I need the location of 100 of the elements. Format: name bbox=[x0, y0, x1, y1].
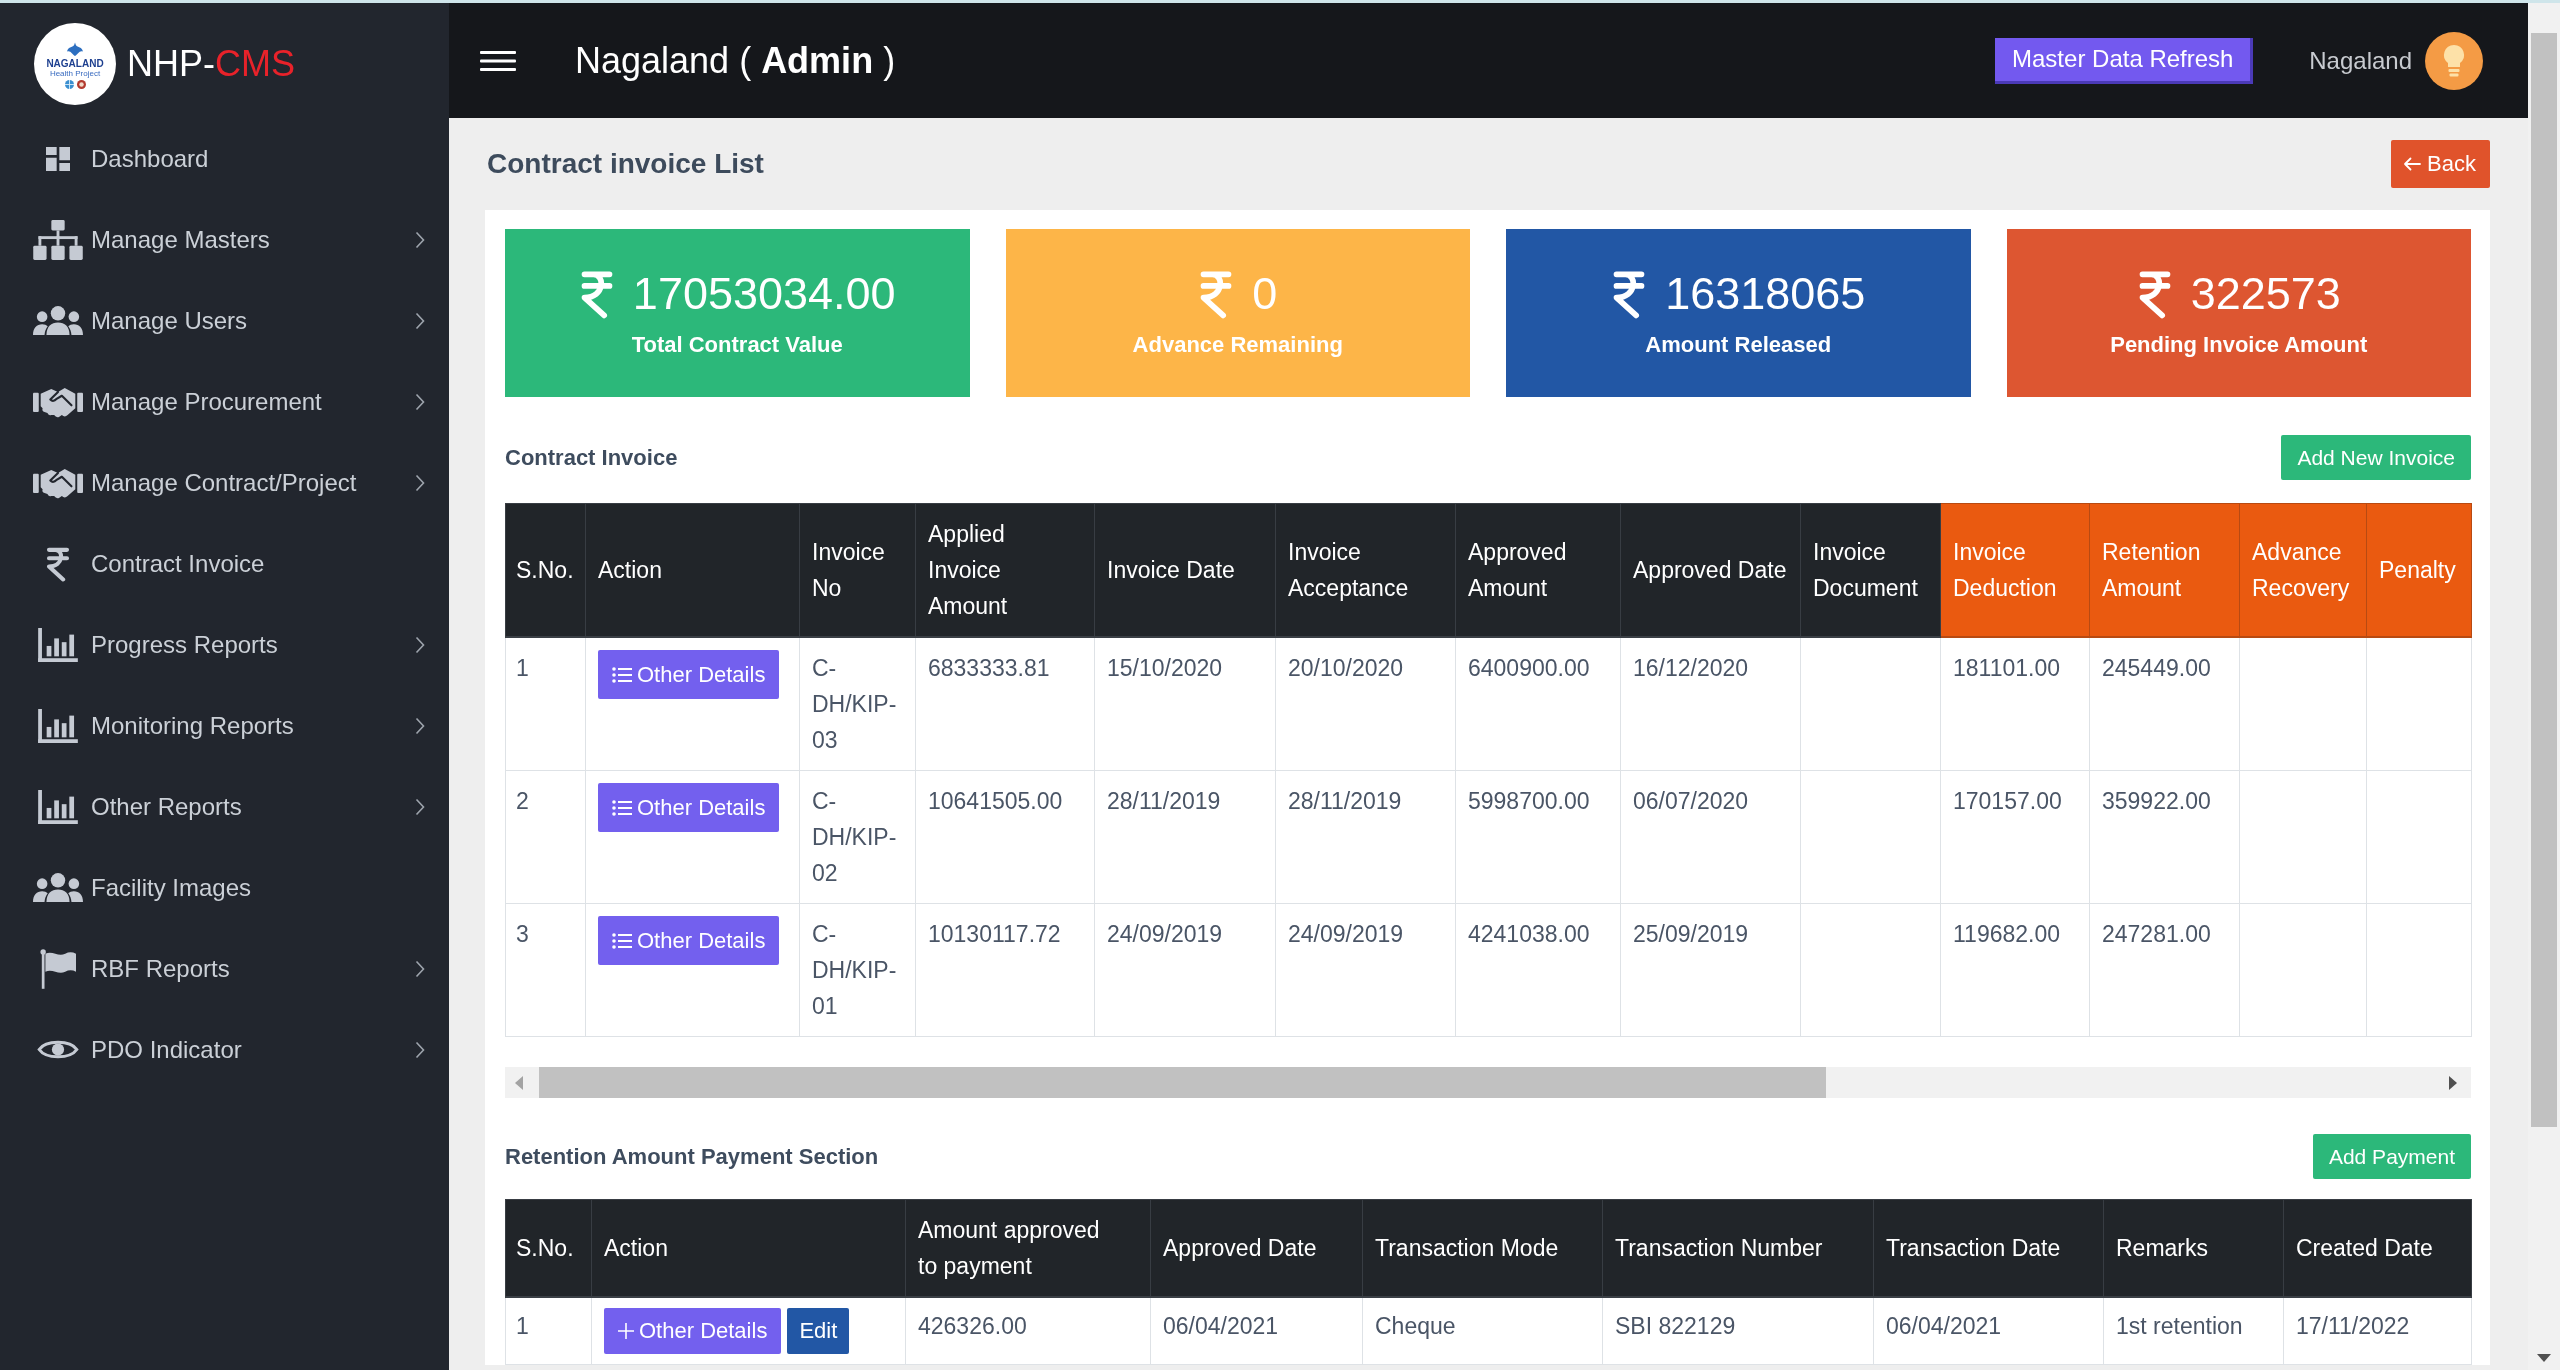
column-header: Action bbox=[591, 1199, 906, 1297]
table-cell: 28/11/2019 bbox=[1094, 770, 1276, 904]
rupee-icon bbox=[45, 545, 71, 582]
scroll-down-arrow-icon[interactable] bbox=[2537, 1354, 2551, 1362]
scroll-left-arrow-icon[interactable] bbox=[515, 1075, 523, 1090]
user-name[interactable]: Nagaland bbox=[2309, 46, 2412, 75]
users-icon bbox=[33, 873, 83, 902]
sidebar-item[interactable]: Monitoring Reports bbox=[0, 685, 449, 766]
column-header: Transaction Date bbox=[1873, 1199, 2104, 1297]
table-cell: 359922.00 bbox=[2089, 770, 2240, 904]
table-cell: 25/09/2019 bbox=[1620, 903, 1801, 1037]
summary-label: Pending Invoice Amount bbox=[2110, 332, 2368, 358]
details-button[interactable]: Other Details bbox=[598, 916, 780, 965]
sidebar-item[interactable]: Dashboard bbox=[0, 118, 449, 199]
summary-label: Advance Remaining bbox=[1132, 332, 1343, 358]
chevron-right-icon bbox=[415, 797, 425, 816]
summary-amount: 322573 bbox=[2190, 268, 2341, 320]
table-cell: 5998700.00 bbox=[1455, 770, 1621, 904]
table-cell: 6400900.00 bbox=[1455, 637, 1621, 771]
table-scrollbar[interactable] bbox=[505, 1067, 2471, 1098]
scroll-right-arrow-icon[interactable] bbox=[2449, 1075, 2457, 1090]
back-button[interactable]: Back bbox=[2391, 140, 2490, 188]
section-title: Retention Amount Payment Section bbox=[505, 1143, 879, 1170]
table-cell: 247281.00 bbox=[2089, 903, 2240, 1037]
sidebar-item[interactable]: PDO Indicator bbox=[0, 1009, 449, 1090]
column-header: Approved Date bbox=[1620, 503, 1801, 637]
handshake-icon bbox=[33, 385, 83, 418]
scrollbar-thumb[interactable] bbox=[2531, 33, 2557, 1127]
list-icon bbox=[612, 799, 632, 816]
arrow-left-icon bbox=[2403, 157, 2422, 171]
column-header: Approved Amount bbox=[1455, 503, 1621, 637]
details-button[interactable]: Other Details bbox=[598, 783, 780, 832]
flag-icon bbox=[40, 948, 76, 989]
sidebar-item[interactable]: Manage Procurement bbox=[0, 361, 449, 442]
table-cell: C-DH/KIP-01 bbox=[799, 903, 916, 1037]
table-cell: 24/09/2019 bbox=[1275, 903, 1456, 1037]
table-cell: 2 bbox=[505, 770, 586, 904]
table-cell: 181101.00 bbox=[1940, 637, 2090, 771]
sidebar-item[interactable]: Manage Masters bbox=[0, 199, 449, 280]
sidebar-item[interactable]: Manage Contract/Project bbox=[0, 442, 449, 523]
chevron-right-icon bbox=[415, 635, 425, 654]
chevron-right-icon bbox=[415, 392, 425, 411]
sidebar-item[interactable]: Contract Invoice bbox=[0, 523, 449, 604]
summary-label: Amount Released bbox=[1645, 332, 1832, 358]
column-header: Advance Recovery bbox=[2239, 503, 2367, 637]
table-cell: 10130117.72 bbox=[915, 903, 1095, 1037]
sidebar-item[interactable]: RBF Reports bbox=[0, 928, 449, 1009]
bar-chart-icon bbox=[38, 627, 78, 662]
list-icon bbox=[612, 666, 632, 683]
scrollbar-thumb[interactable] bbox=[539, 1067, 1826, 1098]
table-cell: C-DH/KIP-03 bbox=[799, 637, 916, 771]
column-header: S.No. bbox=[505, 1199, 592, 1297]
sidebar-item[interactable]: Manage Users bbox=[0, 280, 449, 361]
role-title: Nagaland ( Admin ) bbox=[575, 39, 896, 82]
column-header: Invoice Acceptance bbox=[1275, 503, 1456, 637]
refresh-button[interactable]: Master Data Refresh bbox=[1995, 37, 2254, 84]
table-cell: SBI 822129 bbox=[1602, 1297, 1874, 1365]
bulb-avatar-icon[interactable] bbox=[2425, 31, 2483, 90]
logo-title: NAGALAND bbox=[46, 57, 104, 69]
page-title: Contract invoice List bbox=[487, 148, 764, 180]
table-cell: 426326.00 bbox=[905, 1297, 1151, 1365]
table-cell: 17/11/2022 bbox=[2283, 1297, 2472, 1365]
table-cell: C-DH/KIP-02 bbox=[799, 770, 916, 904]
sidebar-item[interactable]: Progress Reports bbox=[0, 604, 449, 685]
menu-icon[interactable] bbox=[480, 50, 516, 71]
column-header: S.No. bbox=[505, 503, 586, 637]
table-cell: 16/12/2020 bbox=[1620, 637, 1801, 771]
column-header: Transaction Number bbox=[1602, 1199, 1874, 1297]
column-header: Amount approved to payment bbox=[905, 1199, 1151, 1297]
table-cell: 20/10/2020 bbox=[1275, 637, 1456, 771]
sidebar-item[interactable]: Other Reports bbox=[0, 766, 449, 847]
column-header: Transaction Mode bbox=[1362, 1199, 1603, 1297]
plus-icon bbox=[618, 1323, 634, 1339]
column-header: Remarks bbox=[2103, 1199, 2284, 1297]
sidebar-item[interactable]: Facility Images bbox=[0, 847, 449, 928]
summary-amount: 16318065 bbox=[1665, 268, 1866, 320]
table-cell: 28/11/2019 bbox=[1275, 770, 1456, 904]
chevron-right-icon bbox=[415, 716, 425, 735]
table-cell: 06/04/2021 bbox=[1150, 1297, 1363, 1365]
table-cell: 245449.00 bbox=[2089, 637, 2240, 771]
table-cell: 1st retention bbox=[2103, 1297, 2284, 1365]
summary-amount: 17053034.00 bbox=[632, 268, 896, 320]
table-cell: 1 bbox=[505, 637, 586, 771]
column-header: Penalty bbox=[2366, 503, 2472, 637]
section-title: Contract Invoice bbox=[505, 444, 678, 471]
logo-subtitle: Health Project bbox=[49, 68, 101, 78]
details-button[interactable]: Other Details bbox=[598, 650, 780, 699]
bar-chart-icon bbox=[38, 708, 78, 743]
users-icon bbox=[33, 306, 83, 335]
summary-label: Total Contract Value bbox=[631, 332, 843, 358]
table-cell: 170157.00 bbox=[1940, 770, 2090, 904]
column-header: Retention Amount bbox=[2089, 503, 2240, 637]
chevron-right-icon bbox=[415, 1040, 425, 1059]
edit-button[interactable]: Edit bbox=[787, 1308, 850, 1354]
table-cell: 1 bbox=[505, 1297, 592, 1365]
table-cell: 10641505.00 bbox=[915, 770, 1095, 904]
handshake-icon bbox=[33, 466, 83, 499]
chevron-right-icon bbox=[415, 230, 425, 249]
chevron-right-icon bbox=[415, 473, 425, 492]
details-button[interactable]: Other Details bbox=[604, 1308, 782, 1354]
